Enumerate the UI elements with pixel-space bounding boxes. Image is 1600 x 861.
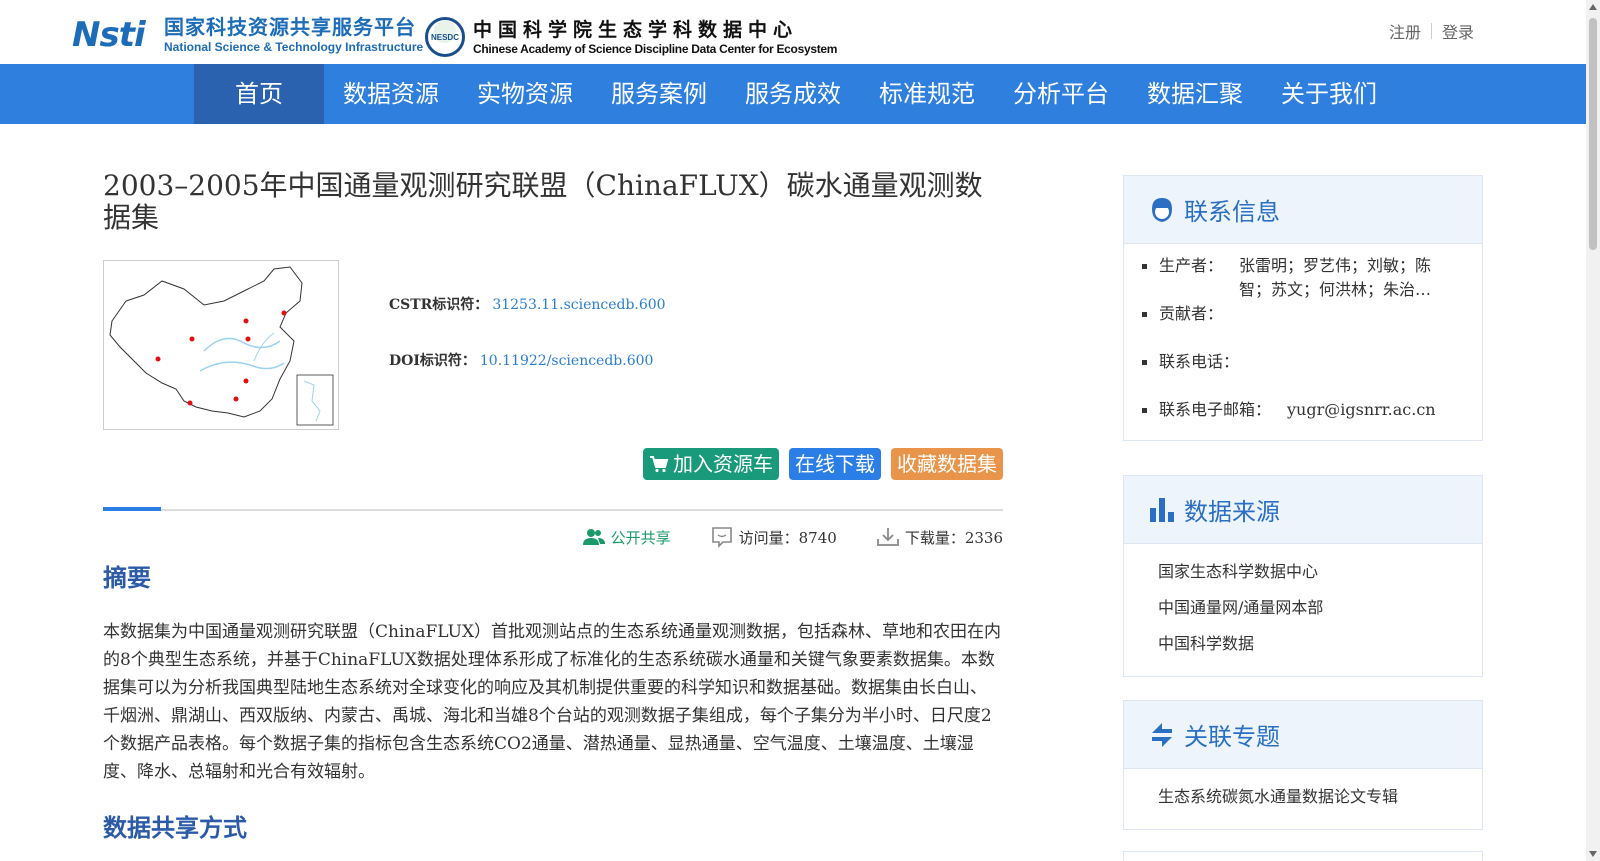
divider [1430, 23, 1432, 39]
email-value[interactable]: yugr@igsnrr.ac.cn [1287, 398, 1482, 422]
data-source-panel-header: 数据来源 [1124, 476, 1482, 544]
nav-item-standards[interactable]: 标准规范 [860, 64, 994, 124]
data-source-panel: 数据来源 国家生态科学数据中心 中国通量网/通量网本部 中国科学数据 [1123, 475, 1483, 677]
related-topics-panel-header: 关联专题 [1124, 701, 1482, 769]
data-source-item[interactable]: 中国科学数据 [1158, 626, 1482, 662]
contact-panel-header: 联系信息 [1124, 176, 1482, 244]
topic-swap-icon [1152, 722, 1172, 747]
nesdc-name-cn: 中国科学院生态学科数据中心 [473, 19, 799, 41]
message-icon [711, 527, 732, 548]
public-share-badge: 公开共享 [582, 527, 671, 548]
email-label: 联系电子邮箱： [1159, 400, 1272, 419]
contributor-row: 贡献者： [1158, 302, 1482, 326]
nesdc-emblem: NESDC [425, 17, 465, 57]
china-map-image [109, 266, 334, 426]
nsti-logo-mark: Nsti [72, 15, 146, 55]
doi-row: DOI标识符： 10.11922/sciencedb.600 [389, 350, 666, 406]
cstr-label: CSTR标识符： [389, 297, 489, 313]
nesdc-name-en: Chinese Academy of Science Discipline Da… [473, 42, 838, 56]
stats-bar: 公开共享 访问量：8740 下载量：2336 [582, 526, 1003, 548]
dataset-detail: 2003–2005年中国通量观测研究联盟（ChinaFLUX）碳水通量观测数据集… [103, 169, 1003, 842]
scroll-down-arrow-icon[interactable] [1589, 851, 1597, 857]
action-buttons: 加入资源车 在线下载 收藏数据集 [643, 448, 1003, 480]
phone-label: 联系电话： [1159, 352, 1240, 371]
cstr-row: CSTR标识符： 31253.11.sciencedb.600 [389, 294, 666, 350]
abstract-text: 本数据集为中国通量观测研究联盟（ChinaFLUX）首批观测站点的生态系统通量观… [103, 622, 1002, 782]
dataset-title: 2003–2005年中国通量观测研究联盟（ChinaFLUX）碳水通量观测数据集 [103, 169, 983, 234]
scroll-thumb[interactable] [1589, 18, 1597, 250]
main-nav: 首页 数据资源 实物资源 服务案例 服务成效 标准规范 分析平台 数据汇聚 关于… [0, 64, 1586, 124]
tab-active-indicator [103, 507, 161, 511]
data-source-item[interactable]: 中国通量网/通量网本部 [1158, 590, 1482, 626]
next-panel-partial [1123, 851, 1483, 861]
favorite-button[interactable]: 收藏数据集 [891, 448, 1003, 480]
nav-item-about-us[interactable]: 关于我们 [1262, 64, 1396, 124]
doi-link[interactable]: 10.11922/sciencedb.600 [480, 353, 654, 369]
nsti-name-cn: 国家科技资源共享服务平台 [164, 15, 416, 39]
scroll-up-arrow-icon[interactable] [1589, 4, 1597, 10]
bar-chart-icon [1150, 497, 1174, 522]
identifier-block: CSTR标识符： 31253.11.sciencedb.600 DOI标识符： 10… [389, 294, 666, 406]
nav-item-analysis-platform[interactable]: 分析平台 [994, 64, 1128, 124]
nav-item-physical-resources[interactable]: 实物资源 [458, 64, 592, 124]
doi-label: DOI标识符： [389, 353, 476, 369]
contact-panel: 联系信息 生产者： 张雷明；罗艺伟；刘敏；陈智；苏文；何洪林；朱治… 贡献者： … [1123, 175, 1483, 441]
register-link[interactable]: 注册 [1389, 19, 1421, 43]
related-topics-panel: 关联专题 生态系统碳氮水通量数据论文专辑 [1123, 700, 1483, 830]
nsti-logo[interactable]: Nsti 国家科技资源共享服务平台 National Science & Tec… [72, 15, 423, 55]
nav-item-service-cases[interactable]: 服务案例 [592, 64, 726, 124]
contributor-label: 贡献者： [1159, 304, 1224, 323]
page-scrollbar[interactable] [1586, 0, 1600, 861]
email-row: 联系电子邮箱： yugr@igsnrr.ac.cn [1158, 398, 1482, 422]
login-link[interactable]: 登录 [1442, 19, 1474, 43]
dataset-thumbnail-map[interactable] [103, 260, 339, 430]
cart-icon [650, 456, 669, 473]
abstract-heading: 摘要 [103, 564, 151, 592]
nsti-name-en: National Science & Technology Infrastruc… [164, 40, 424, 54]
nesdc-logo[interactable]: NESDC 中国科学院生态学科数据中心 Chinese Academy of S… [425, 17, 837, 57]
add-to-cart-button[interactable]: 加入资源车 [643, 448, 779, 480]
site-header: Nsti 国家科技资源共享服务平台 National Science & Tec… [0, 0, 1586, 64]
sharing-method-heading: 数据共享方式 [103, 814, 247, 842]
producer-value: 张雷明；罗艺伟；刘敏；陈智；苏文；何洪林；朱治… [1239, 256, 1432, 299]
cstr-link[interactable]: 31253.11.sciencedb.600 [492, 297, 665, 313]
download-button[interactable]: 在线下载 [789, 448, 881, 480]
download-icon [876, 528, 899, 546]
data-source-item[interactable]: 国家生态科学数据中心 [1158, 554, 1482, 590]
producer-label: 生产者： [1159, 256, 1224, 275]
downloads-count: 下载量：2336 [876, 527, 1003, 548]
contact-person-icon [1152, 197, 1172, 222]
users-icon [582, 529, 605, 545]
nav-item-service-results[interactable]: 服务成效 [726, 64, 860, 124]
producer-row: 生产者： 张雷明；罗艺伟；刘敏；陈智；苏文；何洪林；朱治… [1158, 254, 1482, 302]
auth-links: 注册 登录 [1389, 19, 1474, 43]
tab-divider [103, 509, 1003, 511]
phone-row: 联系电话： [1158, 350, 1482, 374]
visits-count: 访问量：8740 [711, 526, 837, 548]
nav-item-home[interactable]: 首页 [194, 64, 324, 124]
nav-item-data-aggregation[interactable]: 数据汇聚 [1128, 64, 1262, 124]
related-topic-item[interactable]: 生态系统碳氮水通量数据论文专辑 [1158, 779, 1482, 815]
nav-item-data-resources[interactable]: 数据资源 [324, 64, 458, 124]
